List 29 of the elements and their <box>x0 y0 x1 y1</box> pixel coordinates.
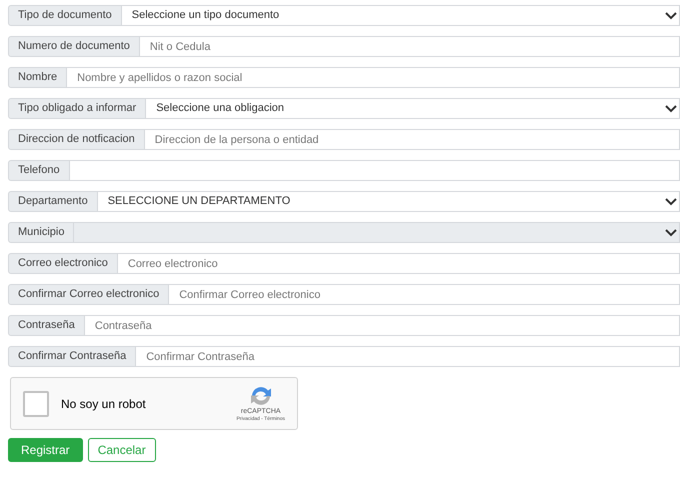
select-field[interactable]: Seleccione una obligacion <box>146 98 680 119</box>
field-label: Contraseña <box>8 315 85 336</box>
field-label: Departamento <box>8 191 98 212</box>
field-label: Tipo de documento <box>8 5 122 26</box>
input-field[interactable]: Correo electronico <box>118 253 680 274</box>
checkbox-label: No soy un robot <box>61 396 146 412</box>
input-field[interactable]: Confirmar Contraseña <box>136 346 680 367</box>
field-label: Tipo obligado a informar <box>8 98 146 119</box>
input-field[interactable]: Nit o Cedula <box>140 36 680 57</box>
field-label: Confirmar Contraseña <box>8 346 136 367</box>
field-label: Numero de documento <box>8 36 140 57</box>
field-label: Correo electronico <box>8 253 118 274</box>
field-label: Confirmar Correo electronico <box>8 284 170 305</box>
field-label: Municipio <box>8 222 74 243</box>
field-label: Direccion de notficacion <box>8 129 145 150</box>
select-field[interactable]: SELECCIONE UN DEPARTAMENTO <box>98 191 680 212</box>
field-label: Nombre <box>8 67 68 88</box>
chevron-down-icon <box>665 198 677 206</box>
input-field[interactable]: Nombre y apellidos o razon social <box>67 67 680 88</box>
chevron-down-icon <box>665 104 677 112</box>
input-field[interactable]: Direccion de la persona o entidad <box>144 129 680 150</box>
input-field[interactable]: Contraseña <box>84 315 680 336</box>
chevron-down-icon <box>665 12 677 20</box>
checkbox[interactable] <box>23 390 49 416</box>
select-field[interactable]: Seleccione un tipo documento <box>122 5 680 26</box>
input-field[interactable]: Confirmar Correo electronico <box>169 284 680 305</box>
chevron-down-icon <box>665 228 677 236</box>
field-label: Telefono <box>8 160 70 181</box>
input-field[interactable] <box>70 160 680 181</box>
